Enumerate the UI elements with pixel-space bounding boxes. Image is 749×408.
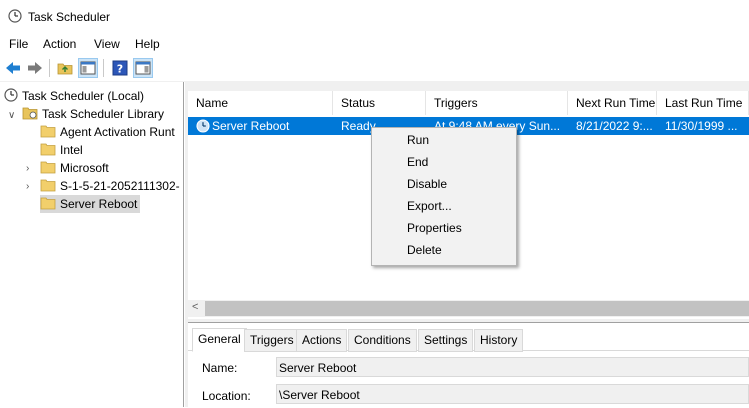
cell-last-run-time: 11/30/1999 ... <box>665 119 738 133</box>
help-icon[interactable]: ? <box>110 58 130 78</box>
toolbar-separator <box>103 59 104 77</box>
toolbar-separator <box>49 59 50 77</box>
clock-icon <box>4 87 18 105</box>
tree-item-label: Intel <box>60 143 83 157</box>
tab-actions[interactable]: Actions <box>296 329 348 352</box>
library-folder-icon <box>22 106 38 123</box>
folder-icon <box>40 124 56 141</box>
column-header-triggers[interactable]: Triggers <box>426 91 568 115</box>
tree-item-label: Task Scheduler Library <box>42 107 165 121</box>
tree-item-label: Task Scheduler (Local) <box>22 89 145 103</box>
menu-item-properties[interactable]: Properties <box>373 217 515 239</box>
cell-next-run-time: 8/21/2022 9:... <box>576 119 653 133</box>
name-field[interactable]: Server Reboot <box>276 357 749 377</box>
chevron-right-icon[interactable]: › <box>26 181 29 192</box>
toolbar: ? <box>0 55 749 82</box>
menu-bar: File Action View Help <box>0 32 749 54</box>
chevron-down-icon[interactable]: ∨ <box>8 110 15 121</box>
tree-item-folder[interactable]: Agent Activation Runt <box>40 123 175 141</box>
menu-item-end[interactable]: End <box>373 151 515 173</box>
scrollbar-thumb[interactable] <box>205 301 749 316</box>
context-menu: Run End Disable Export... Properties Del… <box>371 127 517 266</box>
tab-conditions[interactable]: Conditions <box>348 329 417 352</box>
tree-item-label: Microsoft <box>60 161 109 175</box>
menu-file[interactable]: File <box>9 37 28 51</box>
show-hide-console-tree-icon[interactable] <box>78 58 98 78</box>
tab-settings[interactable]: Settings <box>418 329 474 352</box>
location-label: Location: <box>202 389 251 403</box>
tree-item-folder[interactable]: Microsoft <box>40 159 109 177</box>
forward-arrow-icon[interactable] <box>25 58 45 78</box>
menu-action[interactable]: Action <box>43 37 76 51</box>
menu-help[interactable]: Help <box>135 37 160 51</box>
show-hide-action-pane-icon[interactable] <box>133 58 153 78</box>
tree-item-server-reboot[interactable]: Server Reboot <box>40 195 140 213</box>
location-field: \Server Reboot <box>276 384 749 404</box>
console-tree[interactable]: Task Scheduler (Local) ∨ Task Scheduler … <box>0 82 184 407</box>
folder-icon <box>40 160 56 177</box>
chevron-right-icon[interactable]: › <box>26 163 29 174</box>
menu-item-export[interactable]: Export... <box>373 195 515 217</box>
menu-item-disable[interactable]: Disable <box>373 173 515 195</box>
folder-icon <box>40 178 56 195</box>
properties-panel: General Triggers Actions Conditions Sett… <box>188 322 749 408</box>
column-header-next-run-time[interactable]: Next Run Time <box>568 91 657 115</box>
name-label: Name: <box>202 361 238 375</box>
title-bar: Task Scheduler <box>0 0 749 32</box>
scroll-left-arrow-icon[interactable]: < <box>192 301 198 313</box>
svg-text:?: ? <box>117 63 123 76</box>
tab-triggers[interactable]: Triggers <box>244 329 300 352</box>
up-folder-icon[interactable] <box>55 58 75 78</box>
back-arrow-icon[interactable] <box>3 58 23 78</box>
window-title: Task Scheduler <box>28 10 111 24</box>
cell-name: Server Reboot <box>212 119 290 133</box>
clock-icon <box>8 9 22 26</box>
menu-item-delete[interactable]: Delete <box>373 239 515 261</box>
tree-item-label: S-1-5-21-2052111302- <box>60 179 180 193</box>
tree-item-root[interactable]: Task Scheduler (Local) <box>4 87 144 105</box>
column-header-last-run-time[interactable]: Last Run Time <box>657 91 749 115</box>
column-header-name[interactable]: Name <box>188 91 333 115</box>
folder-icon <box>40 196 56 213</box>
tree-item-library[interactable]: Task Scheduler Library <box>22 105 164 123</box>
tab-general[interactable]: General <box>192 328 247 352</box>
tree-item-label: Server Reboot <box>60 197 138 211</box>
tree-item-label: Agent Activation Runt <box>60 125 175 139</box>
horizontal-scrollbar[interactable]: < <box>188 300 749 317</box>
menu-view[interactable]: View <box>94 37 120 51</box>
tree-item-folder[interactable]: S-1-5-21-2052111302- <box>40 177 180 195</box>
tab-history[interactable]: History <box>474 329 524 352</box>
folder-icon <box>40 142 56 159</box>
menu-item-run[interactable]: Run <box>373 129 515 151</box>
column-header-status[interactable]: Status <box>333 91 426 115</box>
tree-item-folder[interactable]: Intel <box>40 141 83 159</box>
